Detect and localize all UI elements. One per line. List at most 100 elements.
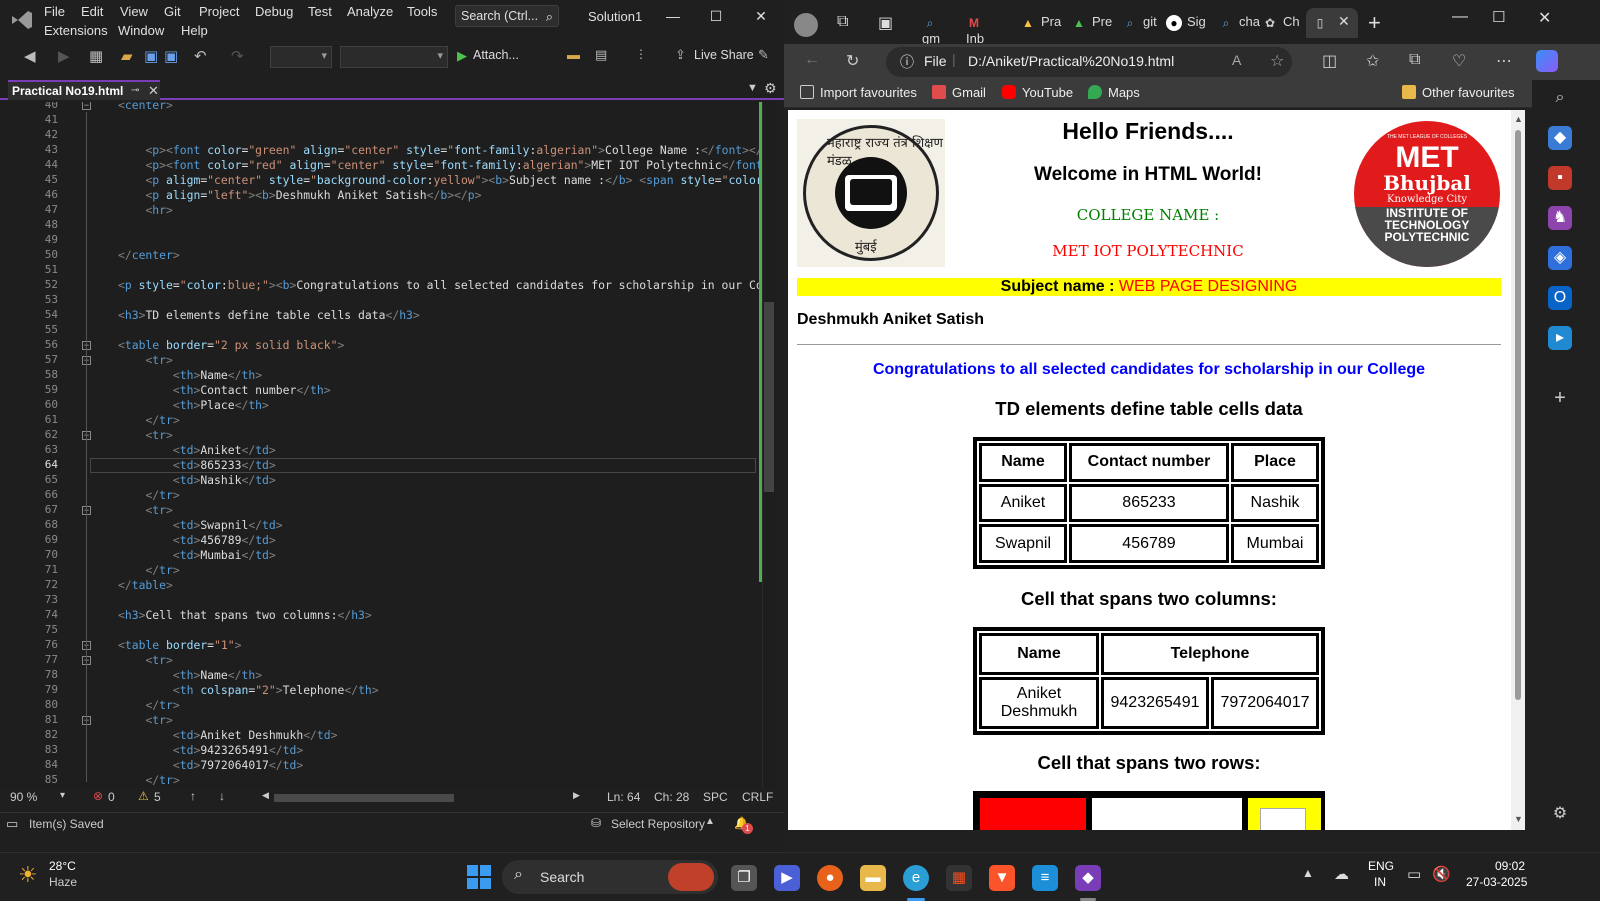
code-line[interactable]: <h3>Cell that spans two columns:</h3> xyxy=(118,608,372,622)
clock-time[interactable]: 09:02 xyxy=(1495,859,1525,873)
firefox-icon[interactable]: ● xyxy=(817,865,843,891)
undo-icon[interactable]: ↶ xyxy=(194,47,207,65)
code-line[interactable]: <td>865233</td> xyxy=(118,458,276,472)
code-line[interactable]: <table border="1"> xyxy=(118,638,241,652)
warning-count[interactable]: 5 xyxy=(154,790,161,804)
dropdown-icon[interactable]: ▼ xyxy=(747,82,758,94)
scroll-down-icon[interactable]: ▼ xyxy=(1514,814,1523,824)
zoom-level[interactable]: 90 % xyxy=(10,790,37,804)
code-line[interactable]: <tr> xyxy=(118,353,172,367)
line-ending[interactable]: CRLF xyxy=(742,790,773,804)
error-count[interactable]: 0 xyxy=(108,790,115,804)
code-line[interactable]: <p style="color:blue;"><b>Congratulation… xyxy=(118,278,770,292)
code-line[interactable]: <hr> xyxy=(118,203,172,217)
code-line[interactable]: </tr> xyxy=(118,488,179,502)
new-tab-icon[interactable]: + xyxy=(1368,10,1381,36)
save-all-icon[interactable]: ▣ xyxy=(164,47,178,65)
tools-icon[interactable]: ▪ xyxy=(1548,166,1572,190)
platform-dropdown[interactable] xyxy=(340,46,448,68)
favourite-star-icon[interactable]: ☆ xyxy=(1270,51,1284,71)
code-line[interactable]: <tr> xyxy=(118,713,172,727)
browser-tab-8[interactable]: ✿ Ch xyxy=(1258,8,1306,38)
temperature[interactable]: 28°C xyxy=(49,859,76,873)
page-scroll-thumb[interactable] xyxy=(1515,130,1521,700)
edge-icon[interactable]: e xyxy=(903,865,929,891)
spacing-mode[interactable]: SPC xyxy=(703,790,728,804)
browser-tab-7[interactable]: ⌕ cha xyxy=(1214,8,1260,38)
windows-start-icon[interactable] xyxy=(467,865,491,889)
refresh-icon[interactable]: ↻ xyxy=(846,51,859,71)
file-explorer-icon[interactable]: ▬ xyxy=(860,865,886,891)
other-favourites[interactable]: Other favourites xyxy=(1402,85,1515,100)
feedback-icon[interactable]: ✎ xyxy=(758,47,769,63)
copilot-sidebar-icon[interactable]: ◈ xyxy=(1548,246,1572,270)
menu-tools[interactable]: Tools xyxy=(407,4,437,19)
display-icon[interactable]: ▭ xyxy=(1407,865,1421,883)
teams-icon[interactable]: ▶ xyxy=(774,865,800,891)
menu-help[interactable]: Help xyxy=(181,23,208,38)
clock-date[interactable]: 27-03-2025 xyxy=(1466,875,1527,889)
code-line[interactable]: <th>Contact number</th> xyxy=(118,383,331,397)
char-number[interactable]: Ch: 28 xyxy=(654,790,689,804)
search-icon[interactable]: ⌕ xyxy=(1548,86,1572,110)
bookmark-gmail[interactable]: Gmail xyxy=(932,85,986,100)
bookmark-youtube[interactable]: YouTube xyxy=(1002,85,1073,100)
settings-icon[interactable]: ⚙ xyxy=(764,80,777,97)
open-folder-icon[interactable]: ▰ xyxy=(121,47,133,65)
arrow-down-icon[interactable]: ↓ xyxy=(219,789,225,803)
favourites-icon[interactable]: ✩ xyxy=(1366,51,1379,71)
chevron-up-icon[interactable]: ▲ xyxy=(1302,866,1314,880)
close-tab-icon[interactable]: ✕ xyxy=(1338,13,1350,30)
code-line[interactable]: <td>Aniket Deshmukh</td> xyxy=(118,728,338,742)
play-icon[interactable]: ▶ xyxy=(457,48,467,64)
code-editor[interactable]: 40 − <center> 41 42 43 <p><font color="green"… xyxy=(0,102,776,790)
minimize-icon[interactable]: — xyxy=(1452,8,1468,26)
chevron-up-icon[interactable]: ▲ xyxy=(705,816,715,827)
menu-extensions[interactable]: Extensions xyxy=(44,23,108,38)
tab-actions-icon[interactable]: ▣ xyxy=(878,13,893,33)
browser-tab-1[interactable]: ⌕gm xyxy=(918,8,960,46)
browser-tab-5[interactable]: ⌕ git xyxy=(1118,8,1164,38)
code-line[interactable]: <td>Aniket</td> xyxy=(118,443,276,457)
save-icon[interactable]: ▣ xyxy=(144,47,158,65)
code-line[interactable]: <td>Mumbai</td> xyxy=(118,548,276,562)
code-line[interactable]: <table border="2 px solid black"> xyxy=(118,338,344,352)
back-icon[interactable]: ◀ xyxy=(24,47,36,65)
code-line[interactable]: </tr> xyxy=(118,698,179,712)
browser-tab-4[interactable]: ▲ Pre xyxy=(1067,8,1113,38)
fold-toggle-icon[interactable]: − xyxy=(82,102,91,110)
info-icon[interactable]: ⓘ xyxy=(900,52,914,72)
configuration-dropdown[interactable] xyxy=(270,46,332,68)
menu-git[interactable]: Git xyxy=(164,4,181,19)
editor-scroll-thumb[interactable] xyxy=(764,302,774,492)
notepad-icon[interactable]: ≡ xyxy=(1032,865,1058,891)
menu-view[interactable]: View xyxy=(120,4,148,19)
code-line[interactable]: <tr> xyxy=(118,653,172,667)
scroll-up-icon[interactable]: ▲ xyxy=(1514,114,1523,124)
menu-project[interactable]: Project xyxy=(199,4,239,19)
close-icon[interactable]: ✕ xyxy=(1538,8,1551,28)
maximize-icon[interactable]: ☐ xyxy=(701,8,731,25)
live-share-button[interactable]: Live Share xyxy=(694,48,754,62)
new-project-icon[interactable]: ▦ xyxy=(89,47,103,65)
code-line[interactable]: </tr> xyxy=(118,563,179,577)
browser-tab-2[interactable]: MInb xyxy=(962,8,1004,46)
attach-button[interactable]: Attach... xyxy=(473,48,519,62)
scroll-right-icon[interactable]: ▶ xyxy=(573,790,580,801)
line-number[interactable]: Ln: 64 xyxy=(607,790,640,804)
menu-debug[interactable]: Debug xyxy=(255,4,293,19)
network-icon[interactable]: ☁ xyxy=(1334,865,1349,883)
task-view-icon[interactable]: ❐ xyxy=(731,865,757,891)
outlook-icon[interactable]: O xyxy=(1548,286,1572,310)
live-share-icon[interactable]: ⇪ xyxy=(675,47,686,63)
browser-tab-active[interactable]: ▯ ✕ xyxy=(1306,8,1358,38)
error-icon[interactable]: ⊗ xyxy=(93,789,103,803)
code-line[interactable]: <td>456789</td> xyxy=(118,533,276,547)
browser-tab-3[interactable]: ▲ Pra xyxy=(1016,8,1062,38)
read-aloud-icon[interactable]: A xyxy=(1232,52,1241,68)
code-line[interactable]: <p><font color="green" align="center" st… xyxy=(118,143,769,157)
forward-icon[interactable]: ▶ xyxy=(58,47,70,65)
code-line[interactable]: </tr> xyxy=(118,773,179,787)
code-line[interactable]: <tr> xyxy=(118,428,172,442)
code-line[interactable]: <h3>TD elements define table cells data<… xyxy=(118,308,420,322)
